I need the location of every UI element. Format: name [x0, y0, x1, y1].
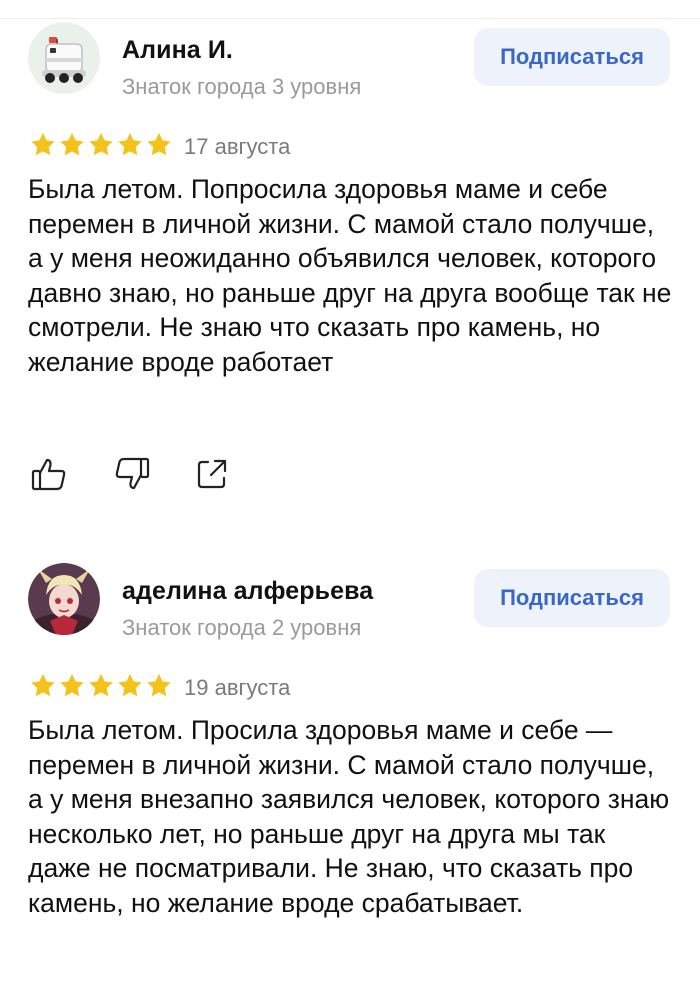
author-name[interactable]: Алина И.: [122, 36, 233, 65]
author-name[interactable]: аделина алферьева: [122, 577, 373, 606]
rating-stars: [30, 673, 172, 698]
avatar[interactable]: [28, 563, 100, 635]
avatar[interactable]: [28, 22, 100, 94]
rating-stars: [30, 132, 172, 157]
share-icon: [197, 459, 227, 489]
anime-character-avatar: [28, 563, 100, 635]
review-card: аделина алферьева Знаток города 2 уровня…: [0, 563, 700, 981]
review-text: Была летом. Просила здоровья маме и себе…: [28, 715, 670, 918]
subscribe-button[interactable]: Подписаться: [474, 28, 670, 86]
top-divider: [0, 18, 700, 19]
review-card: Алина И. Знаток города 3 уровня Подписат…: [0, 22, 700, 492]
dislike-button[interactable]: [111, 454, 151, 494]
like-button[interactable]: [30, 454, 70, 494]
star-icon: [118, 673, 142, 697]
delivery-robot-icon: [28, 22, 100, 94]
star-icon: [147, 673, 171, 697]
review-date: 19 августа: [184, 675, 291, 700]
thumbs-down-icon: [115, 457, 150, 490]
share-button[interactable]: [192, 454, 232, 494]
subscribe-button[interactable]: Подписаться: [474, 569, 670, 627]
author-level: Знаток города 3 уровня: [122, 74, 362, 99]
star-icon: [89, 673, 113, 697]
star-icon: [118, 132, 142, 156]
review-actions: [30, 454, 273, 494]
review-text: Была летом. Попросила здоровья маме и се…: [28, 174, 672, 377]
review-date: 17 августа: [184, 134, 291, 159]
star-icon: [31, 673, 55, 697]
star-icon: [147, 132, 171, 156]
star-icon: [89, 132, 113, 156]
star-icon: [60, 132, 84, 156]
thumbs-up-icon: [31, 458, 66, 491]
star-icon: [60, 673, 84, 697]
star-icon: [31, 132, 55, 156]
author-level: Знаток города 2 уровня: [122, 615, 362, 640]
